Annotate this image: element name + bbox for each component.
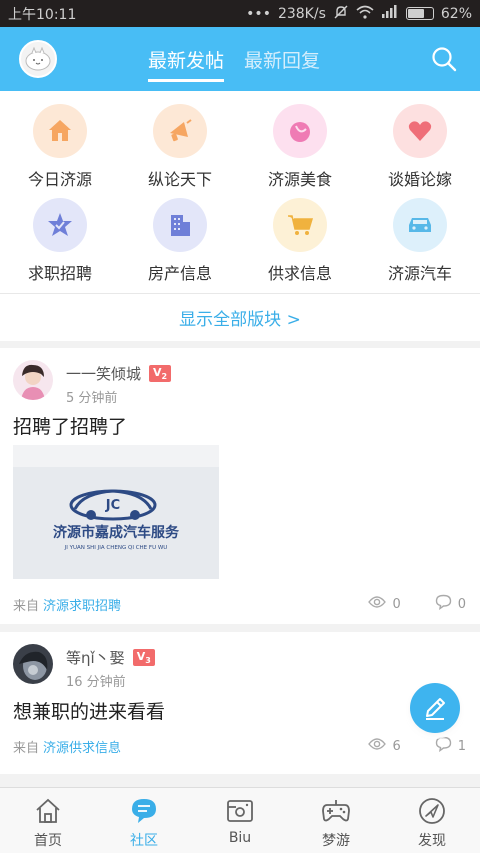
post-card[interactable]: 等ηǐ丶娶 V3 16 分钟前 想兼职的进来看看 来自 济源供求信息 6 1 (0, 632, 480, 774)
top-header: 最新发帖 最新回复 (0, 27, 480, 91)
author-name[interactable]: 等ηǐ丶娶 (66, 647, 125, 668)
category-food[interactable]: 济源美食 (240, 104, 360, 198)
post-title[interactable]: 招聘了招聘了 (13, 412, 127, 439)
nav-label: 梦游 (322, 833, 350, 849)
post-time: 16 分钟前 (66, 675, 126, 690)
nav-discover[interactable]: 发现 (384, 788, 480, 853)
feed-tabs: 最新发帖 最新回复 (148, 27, 320, 91)
view-count: 0 (392, 596, 401, 612)
post-image[interactable]: JC 济源市嘉成汽车服务 JI YUAN SHI JIA CHENG QI CH… (13, 445, 219, 579)
battery-percent: 62% (440, 5, 472, 22)
post-footer: 来自 济源求职招聘 0 0 (13, 594, 466, 614)
post-time: 5 分钟前 (66, 391, 118, 406)
tab-latest-replies[interactable]: 最新回复 (244, 27, 320, 91)
compose-button[interactable] (410, 683, 460, 733)
chat-bubble-icon (129, 796, 159, 826)
view-count: 6 (392, 738, 401, 754)
category-label: 供求信息 (267, 264, 332, 283)
from-label: 来自 (13, 598, 40, 614)
category-cars[interactable]: 济源汽车 (360, 198, 480, 292)
car-icon (393, 198, 447, 252)
tab-latest-posts[interactable]: 最新发帖 (148, 27, 225, 91)
level-badge: V3 (132, 648, 155, 667)
signal-icon (381, 5, 399, 22)
eye-icon (368, 595, 387, 613)
home-icon (33, 796, 63, 826)
svg-text:JC: JC (105, 498, 120, 513)
user-avatar[interactable] (19, 40, 57, 78)
board-link[interactable]: 济源求职招聘 (43, 595, 121, 614)
bottom-nav: 首页 社区 Biu 梦游 发现 (0, 787, 480, 853)
nav-dream-travel[interactable]: 梦游 (288, 788, 384, 853)
board-link[interactable]: 济源供求信息 (43, 737, 121, 756)
category-label: 济源汽车 (387, 264, 452, 283)
avatar[interactable] (13, 644, 53, 684)
level-badge: V2 (149, 364, 172, 383)
comment-icon[interactable] (435, 736, 452, 756)
from-label: 来自 (13, 740, 40, 756)
nav-community[interactable]: 社区 (96, 788, 192, 853)
category-label: 济源美食 (267, 170, 332, 189)
post-footer: 来自 济源供求信息 6 1 (13, 736, 466, 756)
food-icon (273, 104, 327, 158)
status-bar: 上午10:11 ••• 238K/s 62% (0, 0, 480, 27)
nav-label: Biu (228, 830, 252, 846)
comment-icon[interactable] (435, 594, 452, 614)
nav-biu[interactable]: Biu (192, 788, 288, 853)
category-jobs[interactable]: 求职招聘 (0, 198, 120, 292)
network-speed: 238K/s (277, 5, 326, 22)
show-all-boards-link[interactable]: 显示全部版块 > (0, 293, 480, 341)
avatar[interactable] (13, 360, 53, 400)
nav-home[interactable]: 首页 (0, 788, 96, 853)
mute-icon (333, 4, 349, 24)
category-panel: 今日济源 纵论天下 济源美食 谈婚论嫁 求职招聘 房产信息 供求信息 济源汽车 … (0, 91, 480, 341)
battery-icon (405, 7, 434, 20)
post-card[interactable]: 一一笑倾城 V2 5 分钟前 招聘了招聘了 JC 济源市嘉成汽车服务 JI YU… (0, 348, 480, 624)
category-real-estate[interactable]: 房产信息 (120, 198, 240, 292)
comment-count: 1 (457, 738, 466, 754)
category-today-jiyuan[interactable]: 今日济源 (0, 104, 120, 198)
category-label: 求职招聘 (27, 264, 92, 283)
post-title[interactable]: 想兼职的进来看看 (13, 697, 165, 724)
house-icon (33, 104, 87, 158)
wifi-icon (356, 5, 374, 23)
nav-label: 首页 (34, 833, 62, 849)
compass-icon (417, 796, 447, 826)
pencil-icon (426, 698, 445, 720)
megaphone-icon (153, 104, 207, 158)
nav-label: 发现 (418, 833, 446, 849)
building-icon (153, 198, 207, 252)
avatar-face-icon (25, 46, 51, 71)
ellipsis-icon: ••• (246, 5, 271, 22)
category-label: 房产信息 (147, 264, 212, 283)
biu-icon (225, 796, 255, 826)
category-supply-demand[interactable]: 供求信息 (240, 198, 360, 292)
heart-icon (393, 104, 447, 158)
star-badge-icon (33, 198, 87, 252)
comment-count: 0 (457, 596, 466, 612)
category-label: 今日济源 (27, 170, 92, 189)
svg-text:济源市嘉成汽车服务: 济源市嘉成汽车服务 (53, 524, 180, 541)
category-label: 谈婚论嫁 (387, 170, 452, 189)
cart-icon (273, 198, 327, 252)
search-icon[interactable] (430, 45, 458, 73)
author-name[interactable]: 一一笑倾城 (66, 363, 141, 384)
svg-text:JI YUAN SHI JIA CHENG QI CHE F: JI YUAN SHI JIA CHENG QI CHE FU WU (64, 545, 168, 551)
category-marriage[interactable]: 谈婚论嫁 (360, 104, 480, 198)
nav-label: 社区 (130, 833, 158, 849)
category-world-talk[interactable]: 纵论天下 (120, 104, 240, 198)
eye-icon (368, 737, 387, 755)
category-label: 纵论天下 (147, 170, 212, 189)
gamepad-icon (321, 796, 351, 826)
status-time: 上午10:11 (8, 6, 77, 23)
